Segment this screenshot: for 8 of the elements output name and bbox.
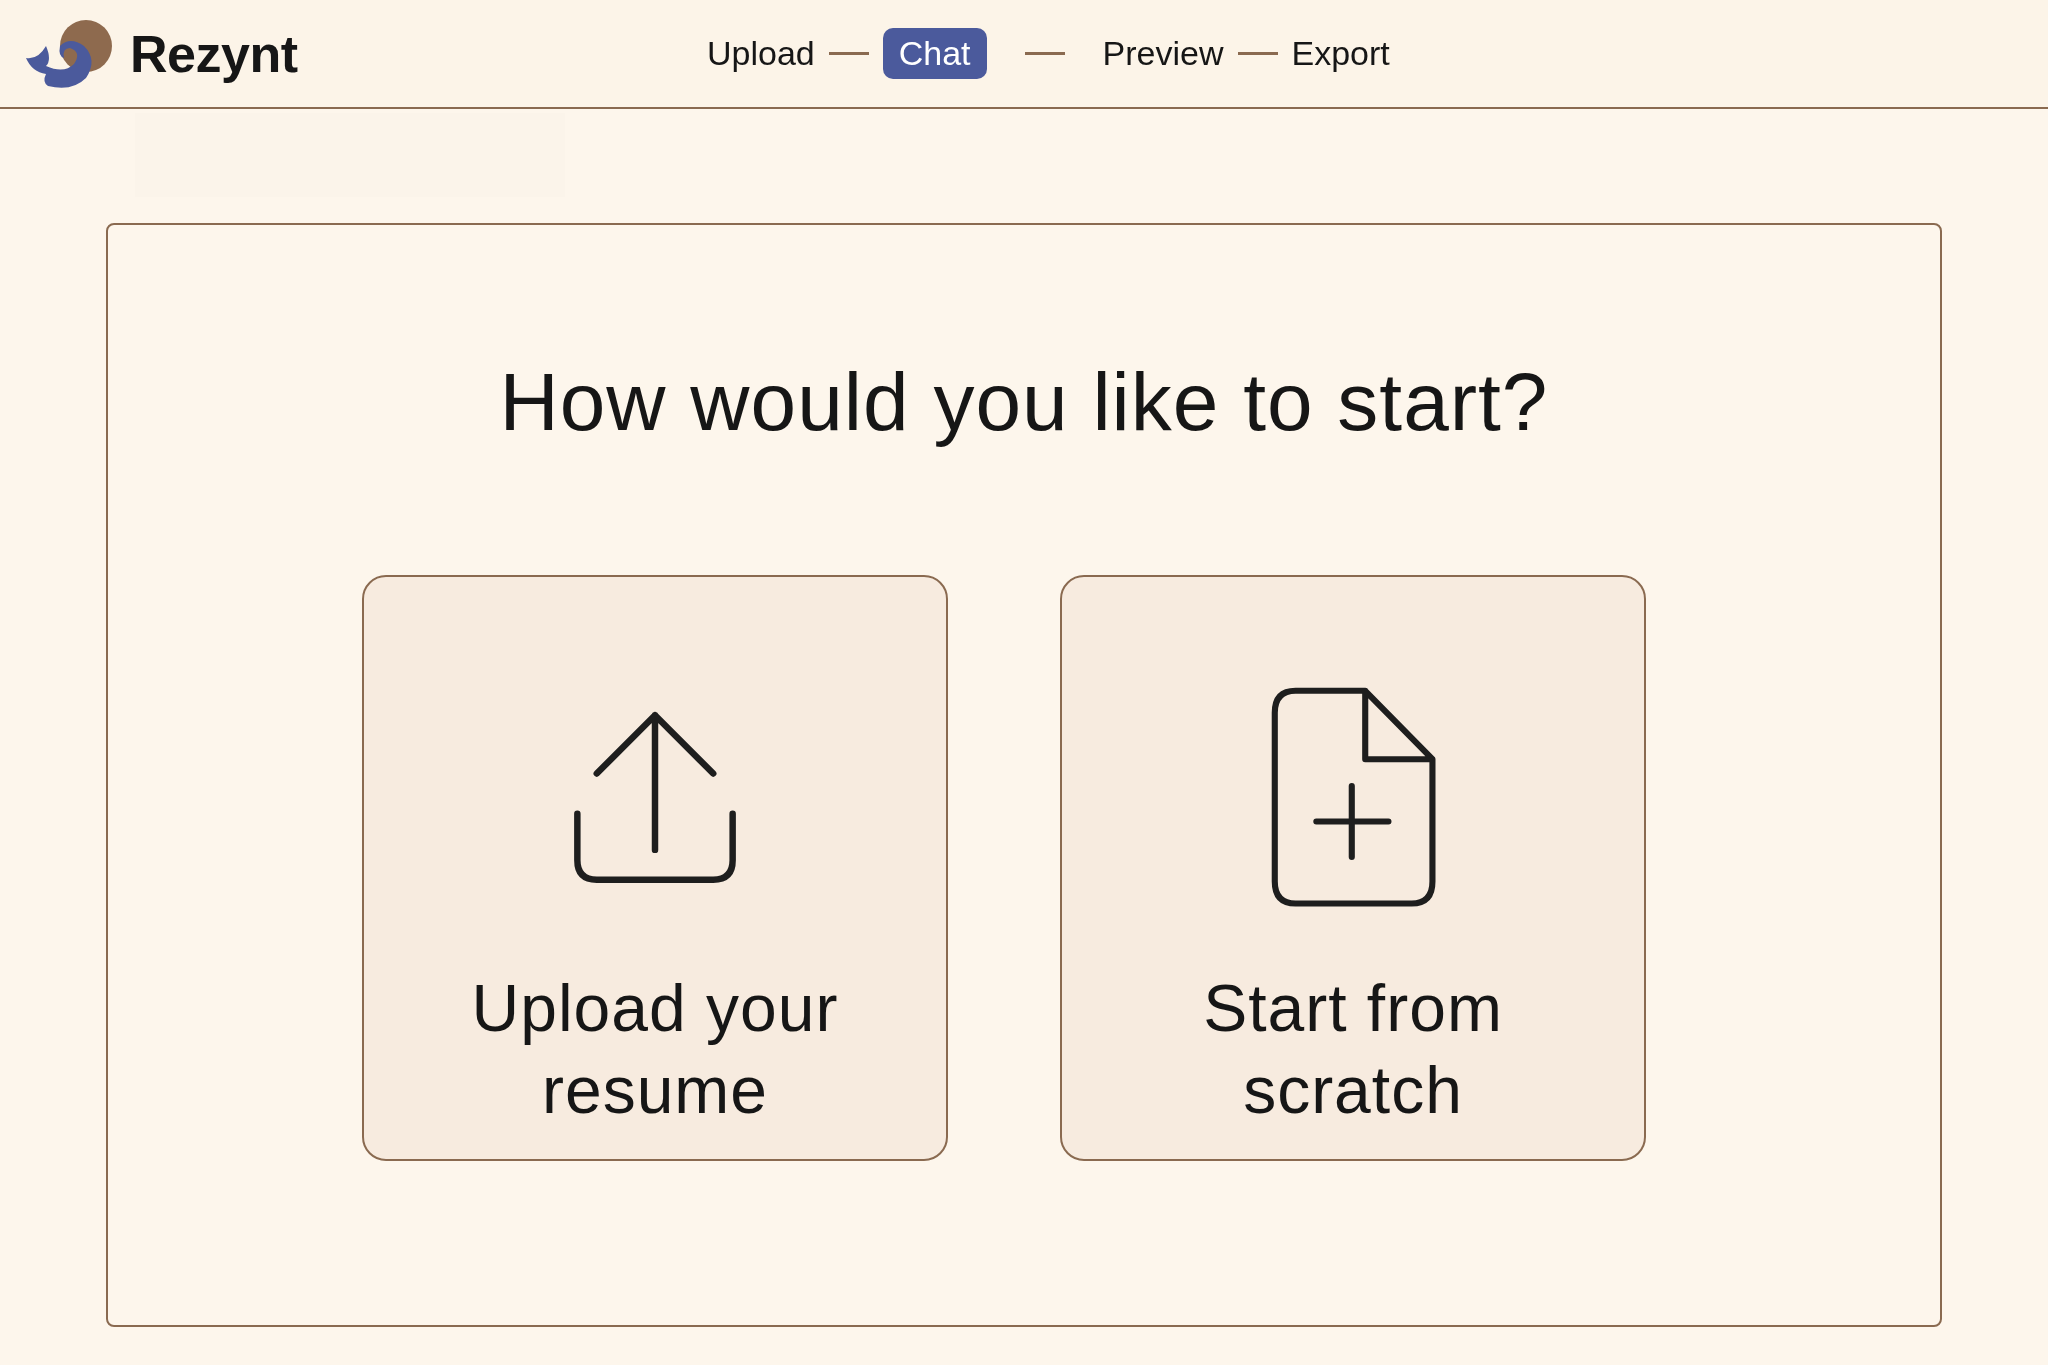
start-heading: How would you like to start? — [499, 355, 1549, 449]
step-tab[interactable]: Export — [1291, 28, 1390, 79]
step-tab[interactable]: Preview — [1102, 28, 1224, 79]
step-tab[interactable]: Upload — [707, 28, 815, 79]
brand-name: Rezynt — [130, 23, 298, 84]
start-option[interactable]: Upload your resume — [362, 575, 948, 1161]
step-tab[interactable]: Chat — [882, 28, 987, 79]
start-option[interactable]: Start from scratch — [1060, 575, 1646, 1161]
